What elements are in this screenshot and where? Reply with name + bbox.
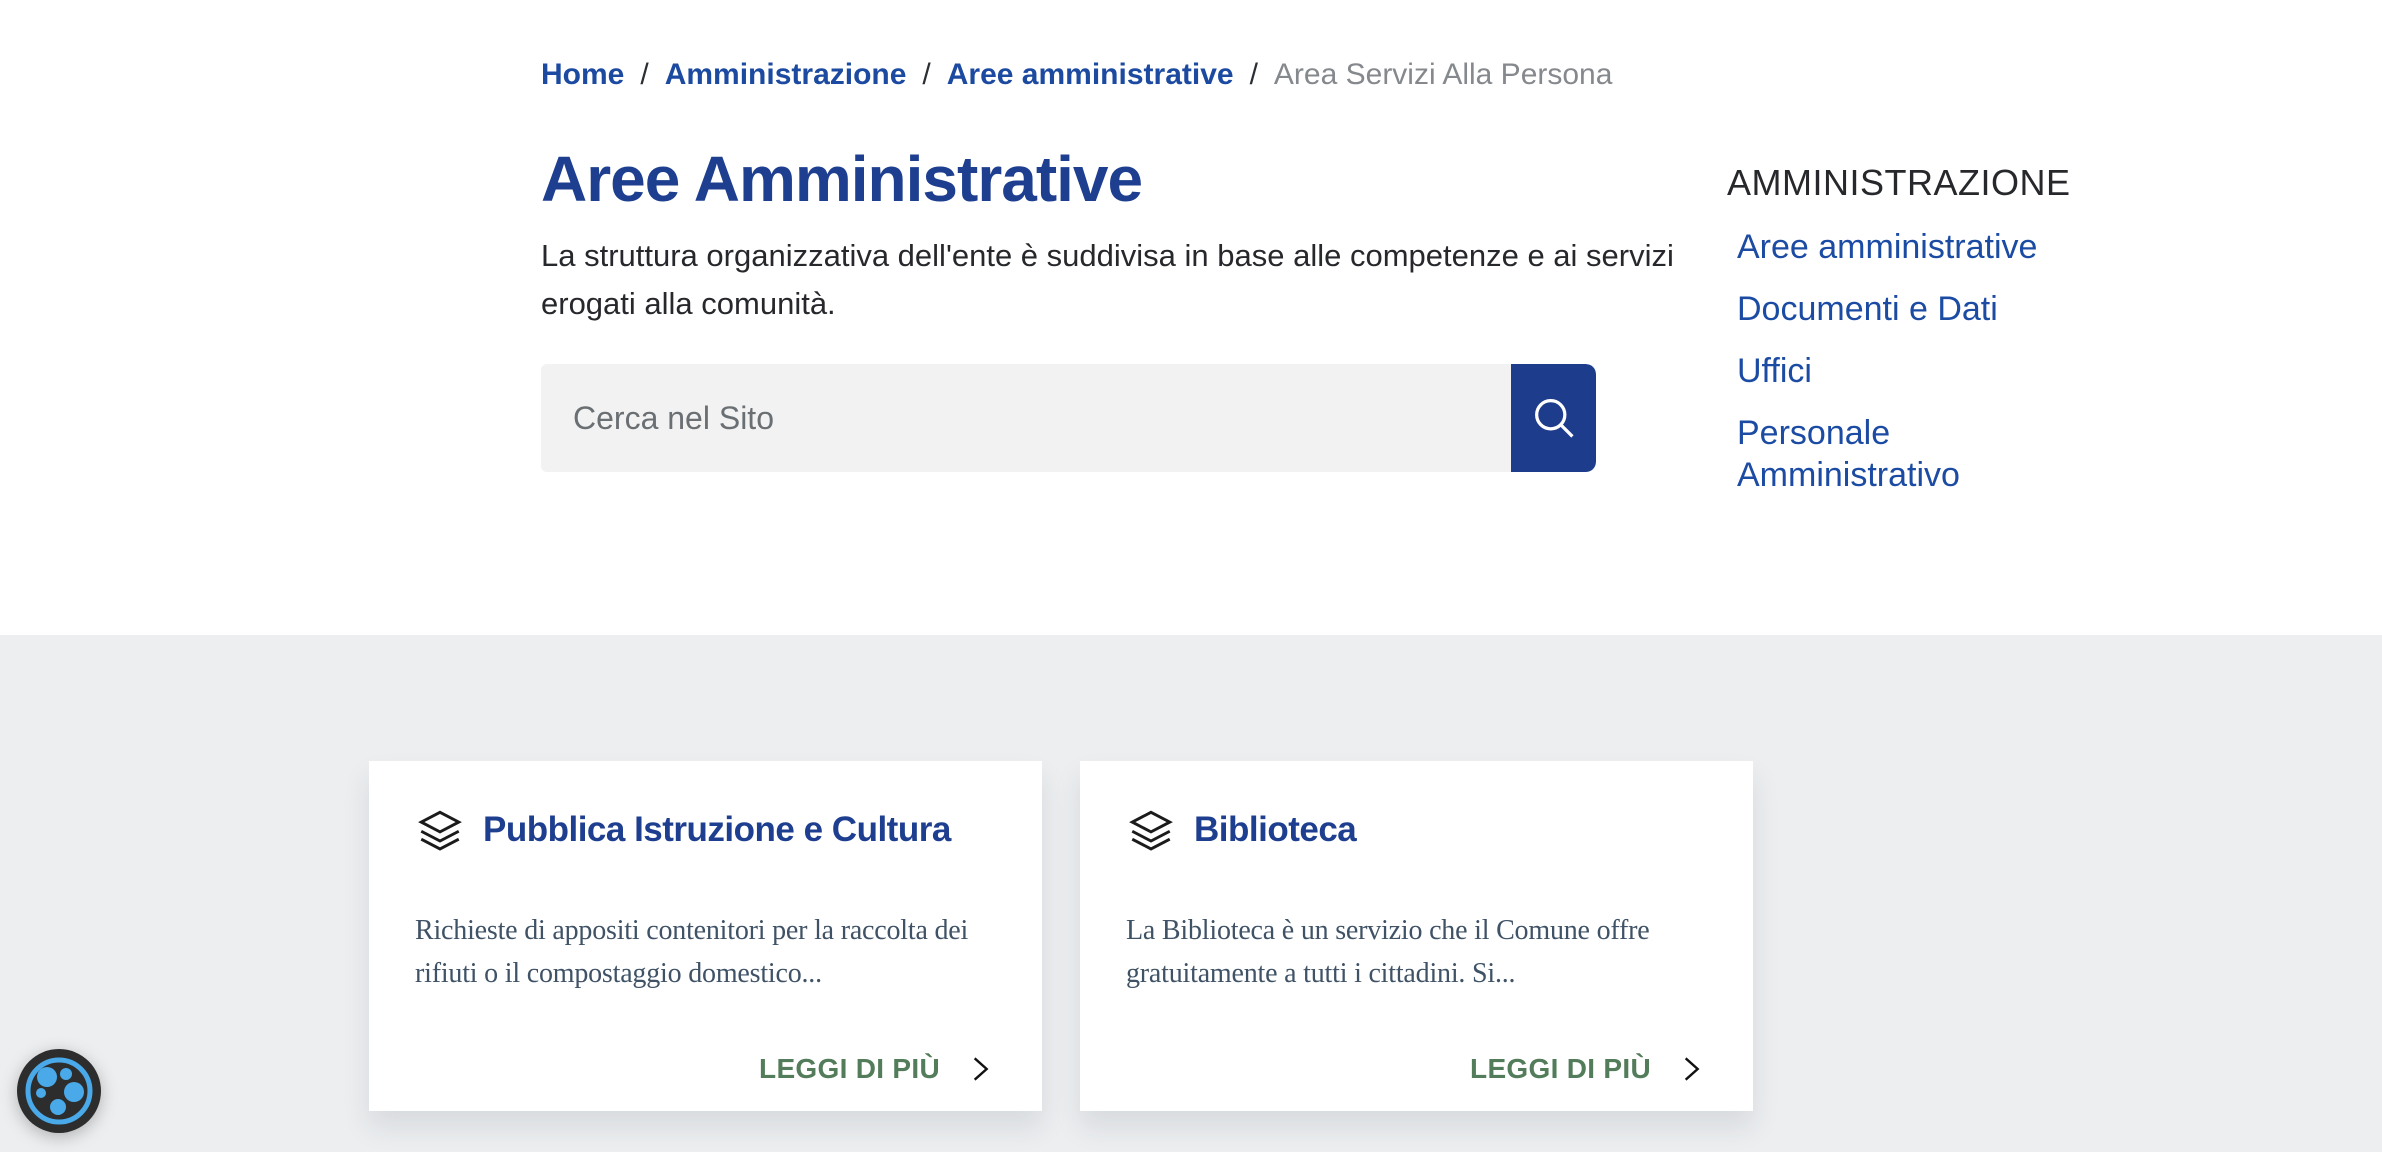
site-search-bar [541, 364, 1596, 472]
chevron-right-icon [964, 1053, 996, 1085]
list-item: Uffici [1727, 350, 2090, 392]
search-input[interactable] [541, 364, 1511, 472]
card-title: Biblioteca [1194, 810, 1356, 850]
chevron-right-icon [1675, 1053, 1707, 1085]
breadcrumb-separator: / [1250, 58, 1258, 92]
layers-icon [415, 805, 465, 855]
leggi-di-piu-label: LEGGI DI PIÙ [759, 1053, 940, 1085]
list-item: Aree amministrative [1727, 226, 2090, 268]
breadcrumb-separator: / [922, 58, 930, 92]
sidebar-item-uffici[interactable]: Uffici [1727, 350, 1812, 392]
breadcrumb: Home / Amministrazione / Aree amministra… [541, 58, 2090, 92]
leggi-di-piu-label: LEGGI DI PIÙ [1470, 1053, 1651, 1085]
sidebar-link-list: Aree amministrative Documenti e Dati Uff… [1727, 226, 2090, 496]
card-title: Pubblica Istruzione e Cultura [483, 810, 951, 850]
sidebar-item-personale-amministrativo[interactable]: Personale Amministrativo [1727, 412, 2090, 496]
breadcrumb-link-aree-amministrative[interactable]: Aree amministrative [947, 58, 1234, 92]
list-item: Personale Amministrativo [1727, 412, 2090, 496]
search-icon [1528, 392, 1580, 444]
cookie-widget-button[interactable] [16, 1048, 102, 1134]
page-title: Aree Amministrative [541, 144, 1641, 214]
card-biblioteca: Biblioteca La Biblioteca è un servizio c… [1080, 761, 1753, 1111]
breadcrumb-link-amministrazione[interactable]: Amministrazione [665, 58, 907, 92]
layers-icon [1126, 805, 1176, 855]
sidebar-heading: AMMINISTRAZIONE [1727, 162, 2090, 204]
cards-section: Pubblica Istruzione e Cultura Richieste … [0, 635, 2382, 1152]
main-column: Aree Amministrative La struttura organiz… [541, 92, 1641, 472]
breadcrumb-link-home[interactable]: Home [541, 58, 624, 92]
breadcrumb-separator: / [640, 58, 648, 92]
breadcrumb-current-page: Area Servizi Alla Persona [1274, 58, 1613, 92]
page-description: La struttura organizzativa dell'ente è s… [541, 232, 1691, 328]
cookie-icon [16, 1048, 102, 1134]
list-item: Documenti e Dati [1727, 288, 2090, 330]
search-button[interactable] [1511, 364, 1596, 472]
card-excerpt: Richieste di appositi contenitori per la… [415, 909, 996, 996]
sidebar-item-documenti-e-dati[interactable]: Documenti e Dati [1727, 288, 1998, 330]
card-pubblica-istruzione-e-cultura: Pubblica Istruzione e Cultura Richieste … [369, 761, 1042, 1111]
leggi-di-piu-link[interactable]: LEGGI DI PIÙ [759, 1053, 996, 1085]
leggi-di-piu-link[interactable]: LEGGI DI PIÙ [1470, 1053, 1707, 1085]
card-excerpt: La Biblioteca è un servizio che il Comun… [1126, 909, 1707, 996]
sidebar-item-aree-amministrative[interactable]: Aree amministrative [1727, 226, 2037, 268]
sidebar-amministrazione: AMMINISTRAZIONE Aree amministrative Docu… [1727, 92, 2090, 516]
page-header-section: Home / Amministrazione / Aree amministra… [0, 0, 2382, 635]
